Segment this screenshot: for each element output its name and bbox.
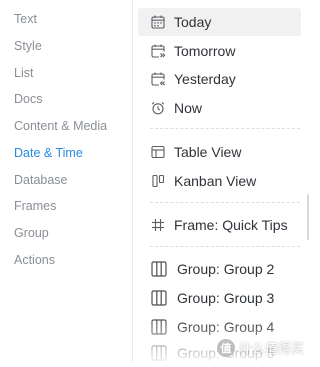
list-separator	[150, 246, 300, 247]
menu-item-label: Now	[174, 100, 203, 116]
list-separator	[150, 202, 300, 203]
category-frames[interactable]: Frames	[14, 198, 56, 214]
alarm-clock-icon	[150, 100, 166, 116]
menu-item-now[interactable]: Now	[138, 94, 301, 122]
category-group[interactable]: Group	[14, 225, 49, 241]
category-style[interactable]: Style	[14, 38, 42, 54]
menu-item-today[interactable]: Today	[138, 8, 301, 36]
menu-item-table-view[interactable]: Table View	[138, 138, 301, 166]
menu-item-frame-quick-tips[interactable]: Frame: Quick Tips	[138, 211, 301, 239]
menu-item-label: Yesterday	[174, 71, 236, 87]
sidebar-divider	[132, 0, 133, 363]
menu-item-label: Group: Group 5	[177, 345, 275, 361]
menu-item-tomorrow[interactable]: Tomorrow	[138, 37, 301, 65]
insert-menu-list: Today Tomorrow Yesterday Now Table View …	[138, 0, 310, 363]
frame-hash-icon	[150, 217, 166, 233]
list-separator	[150, 128, 300, 129]
menu-item-kanban-view[interactable]: Kanban View	[138, 167, 301, 195]
table-view-icon	[150, 144, 166, 160]
group-columns-icon	[150, 260, 168, 278]
menu-item-label: Kanban View	[174, 173, 257, 189]
menu-item-label: Table View	[174, 144, 242, 160]
menu-item-label: Group: Group 2	[177, 261, 275, 277]
menu-item-group-3[interactable]: Group: Group 3	[138, 284, 301, 312]
menu-item-label: Tomorrow	[174, 43, 236, 59]
group-columns-icon	[150, 318, 168, 336]
group-columns-icon	[150, 344, 168, 362]
menu-item-label: Today	[174, 14, 212, 30]
group-columns-icon	[150, 289, 168, 307]
category-docs[interactable]: Docs	[14, 91, 42, 107]
calendar-forward-icon	[150, 43, 166, 59]
calendar-today-icon	[150, 14, 166, 30]
kanban-view-icon	[150, 173, 166, 189]
menu-item-group-4[interactable]: Group: Group 4	[138, 313, 301, 341]
category-sidebar: Text Style List Docs Content & Media Dat…	[0, 0, 132, 363]
category-database[interactable]: Database	[14, 172, 68, 188]
category-text[interactable]: Text	[14, 11, 37, 27]
menu-item-label: Group: Group 4	[177, 319, 275, 335]
menu-item-label: Group: Group 3	[177, 290, 275, 306]
category-date-time[interactable]: Date & Time	[14, 145, 83, 161]
menu-item-yesterday[interactable]: Yesterday	[138, 65, 301, 93]
category-actions[interactable]: Actions	[14, 252, 55, 268]
menu-item-group-2[interactable]: Group: Group 2	[138, 255, 301, 283]
calendar-back-icon	[150, 71, 166, 87]
category-content-media[interactable]: Content & Media	[14, 118, 107, 134]
menu-item-label: Frame: Quick Tips	[174, 217, 288, 233]
list-scrollbar[interactable]	[307, 194, 309, 240]
category-list[interactable]: List	[14, 65, 33, 81]
